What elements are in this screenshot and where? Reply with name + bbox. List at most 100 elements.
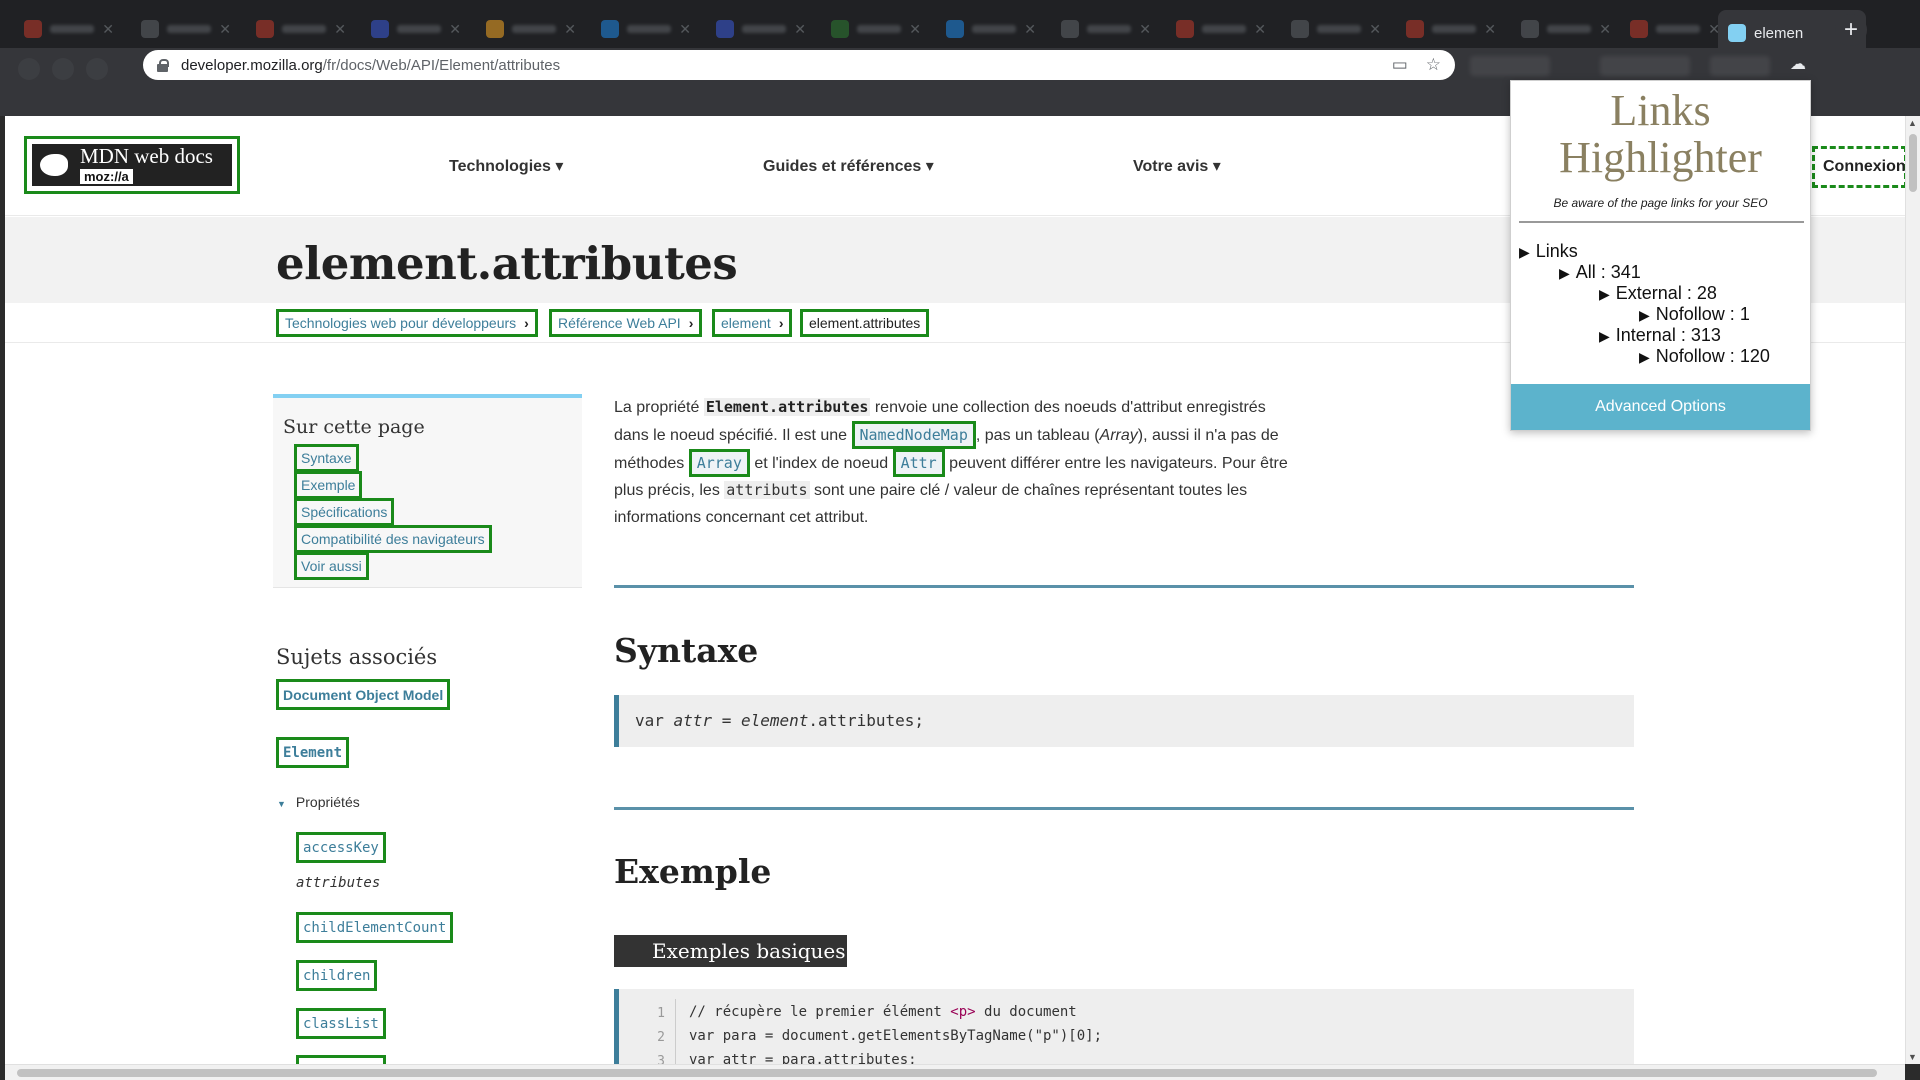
tab-favicon	[24, 20, 42, 38]
code-line: var para = document.getElementsByTagName…	[689, 1028, 1103, 1044]
breadcrumb-current[interactable]: element.attributes	[800, 309, 930, 337]
scroll-up-icon[interactable]: ▲	[1908, 118, 1917, 128]
reader-mode-icon[interactable]: ▭	[1392, 55, 1408, 75]
back-icon[interactable]	[18, 58, 40, 80]
triangle-right-icon: ▶	[1519, 244, 1530, 260]
triangle-right-icon: ▶	[1599, 328, 1610, 344]
related-link-element[interactable]: Element	[276, 737, 350, 768]
tab-favicon	[1291, 20, 1309, 38]
tab[interactable]: ✕	[1511, 10, 1621, 48]
toc-link[interactable]: Spécifications	[294, 498, 395, 526]
property-link[interactable]: childElementCount	[296, 912, 454, 943]
new-tab-button[interactable]: +	[1835, 14, 1867, 46]
triangle-right-icon: ▶	[1639, 349, 1650, 365]
property-link[interactable]	[296, 1055, 386, 1064]
close-icon[interactable]: ✕	[219, 21, 231, 38]
menu-technologies[interactable]: Technologies ▾	[449, 156, 563, 176]
related-link-dom[interactable]: Document Object Model	[276, 679, 451, 710]
bookmark-star-icon[interactable]: ☆	[1426, 55, 1441, 75]
menu-feedback[interactable]: Votre avis ▾	[1133, 156, 1221, 176]
property-link[interactable]: classList	[296, 1008, 386, 1039]
reload-icon[interactable]	[86, 58, 108, 80]
tab[interactable]: ✕	[821, 10, 931, 48]
tab-favicon	[601, 20, 619, 38]
property-link[interactable]: accessKey	[296, 832, 386, 863]
tab[interactable]: ✕	[591, 10, 701, 48]
logo-title: MDN web docs	[80, 143, 213, 168]
vertical-scrollbar[interactable]: ▲ ▼	[1905, 116, 1920, 1064]
tree-internal-nofollow[interactable]: ▶ Nofollow : 120	[1639, 346, 1770, 367]
tab-favicon	[141, 20, 159, 38]
tree-external[interactable]: ▶ External : 28	[1599, 283, 1717, 304]
chevron-right-icon: ›	[524, 315, 529, 331]
tab-favicon	[486, 20, 504, 38]
tab[interactable]: ✕	[1396, 10, 1506, 48]
properties-toggle[interactable]: ▼ Propriétés	[277, 794, 360, 810]
popup-divider	[1519, 221, 1804, 223]
close-icon[interactable]: ✕	[1484, 21, 1496, 38]
tab[interactable]: ✕	[246, 10, 356, 48]
advanced-options-button[interactable]: Advanced Options	[1511, 384, 1810, 430]
links-highlighter-extension-icon[interactable]: ☁	[1790, 54, 1806, 74]
tab[interactable]: ✕	[1620, 10, 1730, 48]
scrollbar-thumb[interactable]	[1909, 134, 1917, 192]
close-icon[interactable]: ✕	[102, 21, 114, 38]
link-attr[interactable]: Attr	[892, 449, 945, 477]
chevron-right-icon: ›	[688, 315, 694, 331]
toc-link[interactable]: Syntaxe	[294, 444, 359, 472]
extension-icon[interactable]	[1710, 56, 1770, 76]
extension-icon[interactable]	[1470, 56, 1550, 76]
close-icon[interactable]: ✕	[1599, 21, 1611, 38]
breadcrumb-link[interactable]: Technologies web pour développeurs ›	[276, 309, 538, 337]
login-button[interactable]: Connexion	[1812, 146, 1905, 188]
tab[interactable]: ✕	[1051, 10, 1161, 48]
tab-favicon	[1406, 20, 1424, 38]
close-icon[interactable]: ✕	[794, 21, 806, 38]
tab[interactable]: ✕	[361, 10, 471, 48]
code-line: var attr = para.attributes;	[689, 1052, 917, 1064]
logo-brand: moz://a	[80, 168, 133, 184]
close-icon[interactable]: ✕	[1139, 21, 1151, 38]
scroll-down-icon[interactable]: ▼	[1908, 1052, 1917, 1062]
tab[interactable]: ✕	[1281, 10, 1391, 48]
tab[interactable]: ✕	[131, 10, 241, 48]
breadcrumb-link[interactable]: element ›	[712, 309, 793, 337]
tab[interactable]: ✕	[14, 10, 124, 48]
triangle-down-icon: ▼	[277, 799, 286, 809]
close-icon[interactable]: ✕	[679, 21, 691, 38]
tree-internal[interactable]: ▶ Internal : 313	[1599, 325, 1721, 346]
popup-subtitle: Be aware of the page links for your SEO	[1553, 196, 1768, 210]
tab[interactable]: ✕	[706, 10, 816, 48]
section-divider	[614, 807, 1634, 810]
close-icon[interactable]: ✕	[334, 21, 346, 38]
tab[interactable]: ✕	[1166, 10, 1276, 48]
triangle-right-icon: ▶	[1559, 265, 1570, 281]
horizontal-scrollbar[interactable]	[5, 1064, 1905, 1080]
close-icon[interactable]: ✕	[1024, 21, 1036, 38]
close-icon[interactable]: ✕	[1369, 21, 1381, 38]
tab[interactable]: ✕	[476, 10, 586, 48]
toc-link[interactable]: Compatibilité des navigateurs	[294, 525, 492, 553]
menu-guides[interactable]: Guides et références ▾	[763, 156, 934, 176]
extension-icon[interactable]	[1600, 56, 1690, 76]
tree-external-nofollow[interactable]: ▶ Nofollow : 1	[1639, 304, 1750, 325]
property-link[interactable]: children	[296, 960, 378, 991]
close-icon[interactable]: ✕	[449, 21, 461, 38]
forward-icon[interactable]	[52, 58, 74, 80]
mdn-logo[interactable]: MDN web docs moz://a	[24, 136, 240, 194]
tab[interactable]: ✕	[936, 10, 1046, 48]
tree-all[interactable]: ▶ All : 341	[1559, 262, 1641, 283]
breadcrumb-link[interactable]: Référence Web API ›	[549, 309, 703, 337]
tree-links[interactable]: ▶ Links	[1519, 241, 1578, 262]
close-icon[interactable]: ✕	[1254, 21, 1266, 38]
tab-favicon	[1061, 20, 1079, 38]
toc-link[interactable]: Exemple	[294, 471, 363, 499]
link-namednodemap[interactable]: NamedNodeMap	[851, 421, 976, 449]
scrollbar-thumb[interactable]	[17, 1069, 1877, 1077]
link-array[interactable]: Array	[688, 449, 750, 477]
close-icon[interactable]: ✕	[564, 21, 576, 38]
toc-link[interactable]: Voir aussi	[294, 552, 369, 580]
close-icon[interactable]: ✕	[909, 21, 921, 38]
url-host: developer.mozilla.org	[181, 56, 323, 74]
address-bar[interactable]: developer.mozilla.org/fr/docs/Web/API/El…	[143, 50, 1455, 80]
